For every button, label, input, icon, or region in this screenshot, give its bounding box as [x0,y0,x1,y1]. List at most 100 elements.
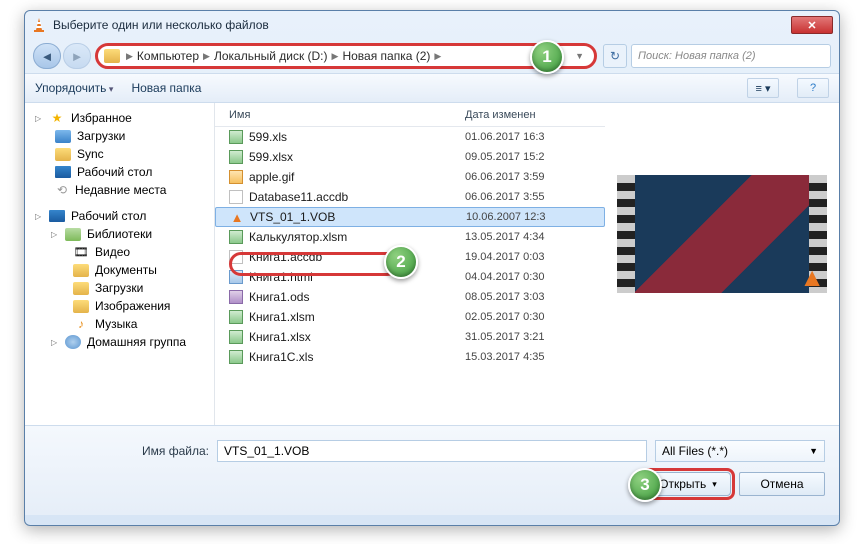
sidebar-item-music[interactable]: ♪Музыка [25,315,214,333]
folder-icon [73,300,89,313]
forward-button[interactable]: ► [63,43,91,69]
filename-label: Имя файла: [39,444,209,458]
file-row[interactable]: Книга1.xlsm02.05.2017 0:30 [215,307,605,327]
file-row[interactable]: Книга1.ods08.05.2017 3:03 [215,287,605,307]
file-row[interactable]: Database11.accdb06.06.2017 3:55 [215,187,605,207]
star-icon: ★ [49,111,65,125]
folder-icon [73,282,89,295]
vlc-cone-icon: ▲ [799,262,825,293]
sidebar-item-downloads2[interactable]: Загрузки [25,279,214,297]
file-row[interactable]: apple.gif 06.06.2017 3:59 [215,167,605,187]
file-icon [229,310,243,324]
chevron-down-icon[interactable]: ▼ [571,51,588,61]
sidebar-item-desktop[interactable]: Рабочий стол [25,163,214,181]
new-folder-button[interactable]: Новая папка [131,81,201,95]
column-name[interactable]: Имя [215,109,465,121]
preview-pane: ▲ [605,103,839,425]
homegroup-icon [65,335,81,349]
file-icon [229,130,243,144]
search-input[interactable]: Поиск: Новая папка (2) [631,44,831,68]
chevron-down-icon: ▼ [809,446,818,456]
file-date: 09.05.2017 15:2 [465,151,565,163]
file-date: 06.06.2017 3:55 [465,191,565,203]
file-date: 15.03.2017 4:35 [465,351,565,363]
view-options-button[interactable]: ≡ ▾ [747,78,779,98]
file-row[interactable]: Калькулятор.xlsm13.05.2017 4:34 [215,227,605,247]
folder-icon [55,148,71,161]
file-icon [229,250,243,264]
window-title: Выберите один или несколько файлов [53,18,791,32]
folder-icon [104,49,120,63]
desktop-icon [55,166,71,178]
column-headers[interactable]: Имя Дата изменен [215,103,605,127]
help-button[interactable]: ? [797,78,829,98]
file-icon [229,270,243,284]
library-icon [65,228,81,241]
column-date[interactable]: Дата изменен [465,109,565,121]
filename-input[interactable] [217,440,647,462]
desktop-icon [49,210,65,222]
cancel-button[interactable]: Отмена [739,472,825,496]
sidebar-desktop-header[interactable]: ▷Рабочий стол [25,207,214,225]
organize-menu[interactable]: Упорядочить [35,81,113,95]
file-name: Книга1.accdb [249,250,322,264]
preview-thumbnail: ▲ [617,175,827,293]
sidebar-item-video[interactable]: 🎞Видео [25,243,214,261]
file-name: apple.gif [249,170,294,184]
back-button[interactable]: ◄ [33,43,61,69]
folder-icon [73,264,89,277]
file-date: 04.04.2017 0:30 [465,271,565,283]
annotation-callout-3: 3 [628,468,662,502]
sidebar-item-sync[interactable]: Sync [25,145,214,163]
file-name: 599.xlsx [249,150,293,164]
breadcrumb-item[interactable]: Компьютер [137,49,199,63]
file-icon [229,330,243,344]
sidebar-favorites-header[interactable]: ▷★Избранное [25,109,214,127]
chevron-right-icon: ▶ [126,51,133,62]
file-filter-dropdown[interactable]: All Files (*.*)▼ [655,440,825,462]
file-date: 10.06.2007 12:3 [466,211,566,223]
file-icon [229,190,243,204]
chevron-right-icon: ▶ [434,51,441,62]
file-row[interactable]: 599.xlsx 09.05.2017 15:2 [215,147,605,167]
file-name: Книга1C.xls [249,350,313,364]
file-row[interactable]: Книга1C.xls 15.03.2017 4:35 [215,347,605,367]
file-dialog: Выберите один или несколько файлов ✕ ◄ ►… [24,10,840,526]
file-name: Книга1.xlsx [249,330,311,344]
chevron-right-icon: ▶ [203,51,210,62]
breadcrumb-item[interactable]: Локальный диск (D:) [214,49,328,63]
breadcrumb-item[interactable]: Новая папка (2) [342,49,430,63]
refresh-button[interactable]: ↻ [603,44,627,68]
sidebar-item-images[interactable]: Изображения [25,297,214,315]
video-icon: 🎞 [73,245,89,259]
breadcrumb[interactable]: ▶ Компьютер ▶ Локальный диск (D:) ▶ Нова… [126,49,441,63]
file-row[interactable]: 599.xls01.06.2017 16:3 [215,127,605,147]
file-date: 31.05.2017 3:21 [465,331,565,343]
file-date: 06.06.2017 3:59 [465,171,565,183]
vlc-icon [31,17,47,33]
file-icon [229,150,243,164]
file-name: Книга1.html [249,270,313,284]
toolbar: Упорядочить Новая папка ≡ ▾ ? [25,73,839,103]
file-row[interactable]: ▲VTS_01_1.VOB10.06.2007 12:3 [215,207,605,227]
folder-icon [55,130,71,143]
sidebar-item-documents[interactable]: Документы [25,261,214,279]
sidebar-item-recent[interactable]: ⟲Недавние места [25,181,214,199]
file-row[interactable]: Книга1.xlsx 31.05.2017 3:21 [215,327,605,347]
sidebar-item-homegroup[interactable]: ▷Домашняя группа [25,333,214,351]
address-bar[interactable]: ▶ Компьютер ▶ Локальный диск (D:) ▶ Нова… [95,43,597,69]
close-button[interactable]: ✕ [791,16,833,34]
annotation-callout-2: 2 [384,245,418,279]
file-icon [229,170,243,184]
file-date: 13.05.2017 4:34 [465,231,565,243]
file-icon [229,350,243,364]
file-date: 01.06.2017 16:3 [465,131,565,143]
file-date: 19.04.2017 0:03 [465,251,565,263]
file-icon [229,230,243,244]
file-date: 08.05.2017 3:03 [465,291,565,303]
sidebar-item-downloads[interactable]: Загрузки [25,127,214,145]
file-icon: ▲ [230,210,244,224]
sidebar-libraries-header[interactable]: ▷Библиотеки [25,225,214,243]
dialog-footer: Имя файла: All Files (*.*)▼ Открыть▾ Отм… [25,425,839,515]
chevron-right-icon: ▶ [332,51,339,62]
